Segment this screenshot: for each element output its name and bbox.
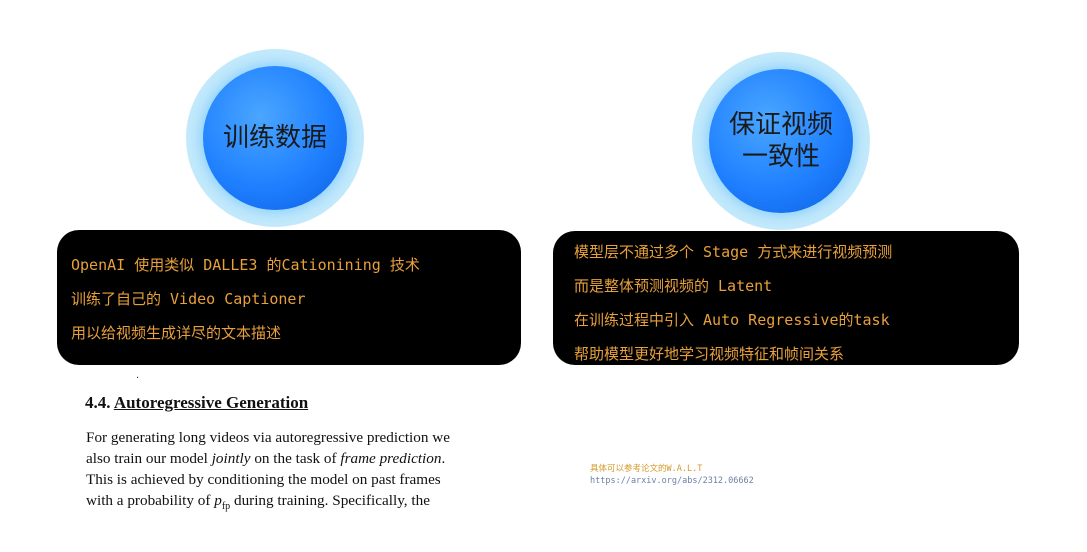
stray-mark: · [136, 373, 140, 384]
training-data-box: OpenAI 使用类似 DALLE3 的Cationining 技术 训练了自己… [57, 230, 521, 365]
circle-label-line-2: 一致性 [741, 142, 820, 172]
training-data-circle-core: 训练数据 [203, 66, 347, 210]
paragraph-line: also train our model jointly on the task… [86, 450, 446, 467]
video-consistency-box: 模型层不通过多个 Stage 方式来进行视频预测 而是整体预测视频的 Laten… [553, 231, 1019, 365]
paper-paragraph: For generating long videos via autoregre… [86, 427, 516, 517]
box-text-line: 用以给视频生成详尽的文本描述 [71, 324, 282, 342]
video-consistency-circle: 保证视频 一致性 [692, 52, 870, 230]
paragraph-line: For generating long videos via autoregre… [86, 429, 450, 446]
box-text-line: 帮助模型更好地学习视频特征和帧间关系 [574, 345, 845, 363]
box-text-line: 模型层不通过多个 Stage 方式来进行视频预测 [574, 243, 893, 261]
box-text-line: OpenAI 使用类似 DALLE3 的Cationining 技术 [71, 256, 420, 274]
section-number: 4.4. [85, 393, 111, 412]
reference-note-text: 具体可以参考论文的W.A.L.T [590, 464, 703, 474]
box-text-line: 而是整体预测视频的 Latent [574, 277, 773, 295]
circle-label: 训练数据 [222, 123, 327, 153]
reference-url-link[interactable]: https://arxiv.org/abs/2312.06662 [590, 475, 754, 487]
video-consistency-circle-core: 保证视频 一致性 [709, 69, 853, 213]
section-heading: 4.4. Autoregressive Generation [85, 393, 308, 413]
training-data-circle: 训练数据 [186, 49, 364, 227]
circle-label-line-1: 保证视频 [728, 110, 833, 140]
paragraph-line: This is achieved by conditioning the mod… [86, 471, 441, 488]
reference-note: 具体可以参考论文的W.A.L.T https://arxiv.org/abs/2… [590, 463, 754, 487]
paragraph-line: with a probability of pfp during trainin… [86, 492, 430, 513]
section-title: Autoregressive Generation [113, 393, 309, 412]
box-text-line: 训练了自己的 Video Captioner [71, 290, 306, 308]
box-text-line: 在训练过程中引入 Auto Regressive的task [574, 311, 890, 329]
